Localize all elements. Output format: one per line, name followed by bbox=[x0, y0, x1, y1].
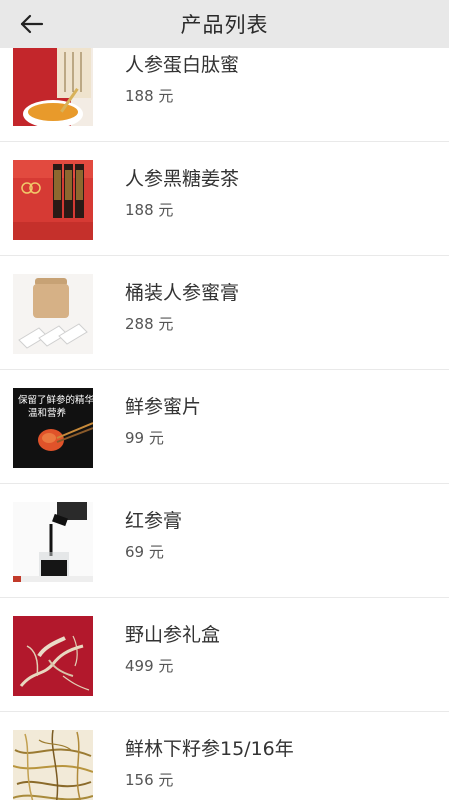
product-name: 鲜参蜜片 bbox=[125, 396, 202, 418]
product-price: 69 元 bbox=[125, 543, 164, 561]
product-price: 499 元 bbox=[125, 657, 174, 675]
product-row[interactable]: 野山参礼盒 499 元 bbox=[0, 598, 449, 712]
image-caption-line2: 温和营养 bbox=[28, 407, 67, 419]
product-name: 人参黑糖姜茶 bbox=[125, 168, 240, 190]
product-name: 野山参礼盒 bbox=[125, 624, 221, 646]
product-row[interactable]: 鲜林下籽参15/16年 156 元 bbox=[0, 712, 449, 800]
product-image bbox=[13, 730, 93, 800]
product-name: 人参蛋白肽蜜 bbox=[125, 54, 240, 76]
product-image bbox=[13, 46, 93, 126]
product-row[interactable]: 桶装人参蜜膏 288 元 bbox=[0, 256, 449, 370]
product-price: 288 元 bbox=[125, 315, 174, 333]
product-row[interactable]: 保留了鲜参的精华 温和营养 鲜参蜜片 99 元 bbox=[0, 370, 449, 484]
product-name: 红参膏 bbox=[125, 510, 183, 532]
product-list: 人参蛋白肽蜜 188 元 人参黑糖姜茶 188 元 桶装人参蜜膏 288 元 保… bbox=[0, 28, 449, 800]
product-price: 188 元 bbox=[125, 87, 174, 105]
product-row[interactable]: 人参黑糖姜茶 188 元 bbox=[0, 142, 449, 256]
product-image: 保留了鲜参的精华 温和营养 bbox=[13, 388, 93, 468]
page-title: 产品列表 bbox=[180, 13, 269, 37]
product-name: 鲜林下籽参15/16年 bbox=[125, 738, 294, 760]
app-header: 产品列表 bbox=[0, 0, 449, 48]
app-screen: 人参蛋白肽蜜 188 元 人参黑糖姜茶 188 元 桶装人参蜜膏 288 元 保… bbox=[0, 0, 449, 800]
image-caption-line1: 保留了鲜参的精华 bbox=[18, 394, 93, 406]
product-image bbox=[13, 160, 93, 240]
product-price: 99 元 bbox=[125, 429, 164, 447]
product-image bbox=[13, 274, 93, 354]
arrow-left-icon bbox=[20, 14, 44, 34]
product-price: 156 元 bbox=[125, 771, 174, 789]
back-button[interactable] bbox=[12, 6, 52, 42]
product-name: 桶装人参蜜膏 bbox=[125, 282, 240, 304]
product-price: 188 元 bbox=[125, 201, 174, 219]
product-image bbox=[13, 502, 93, 582]
product-image bbox=[13, 616, 93, 696]
product-row[interactable]: 红参膏 69 元 bbox=[0, 484, 449, 598]
